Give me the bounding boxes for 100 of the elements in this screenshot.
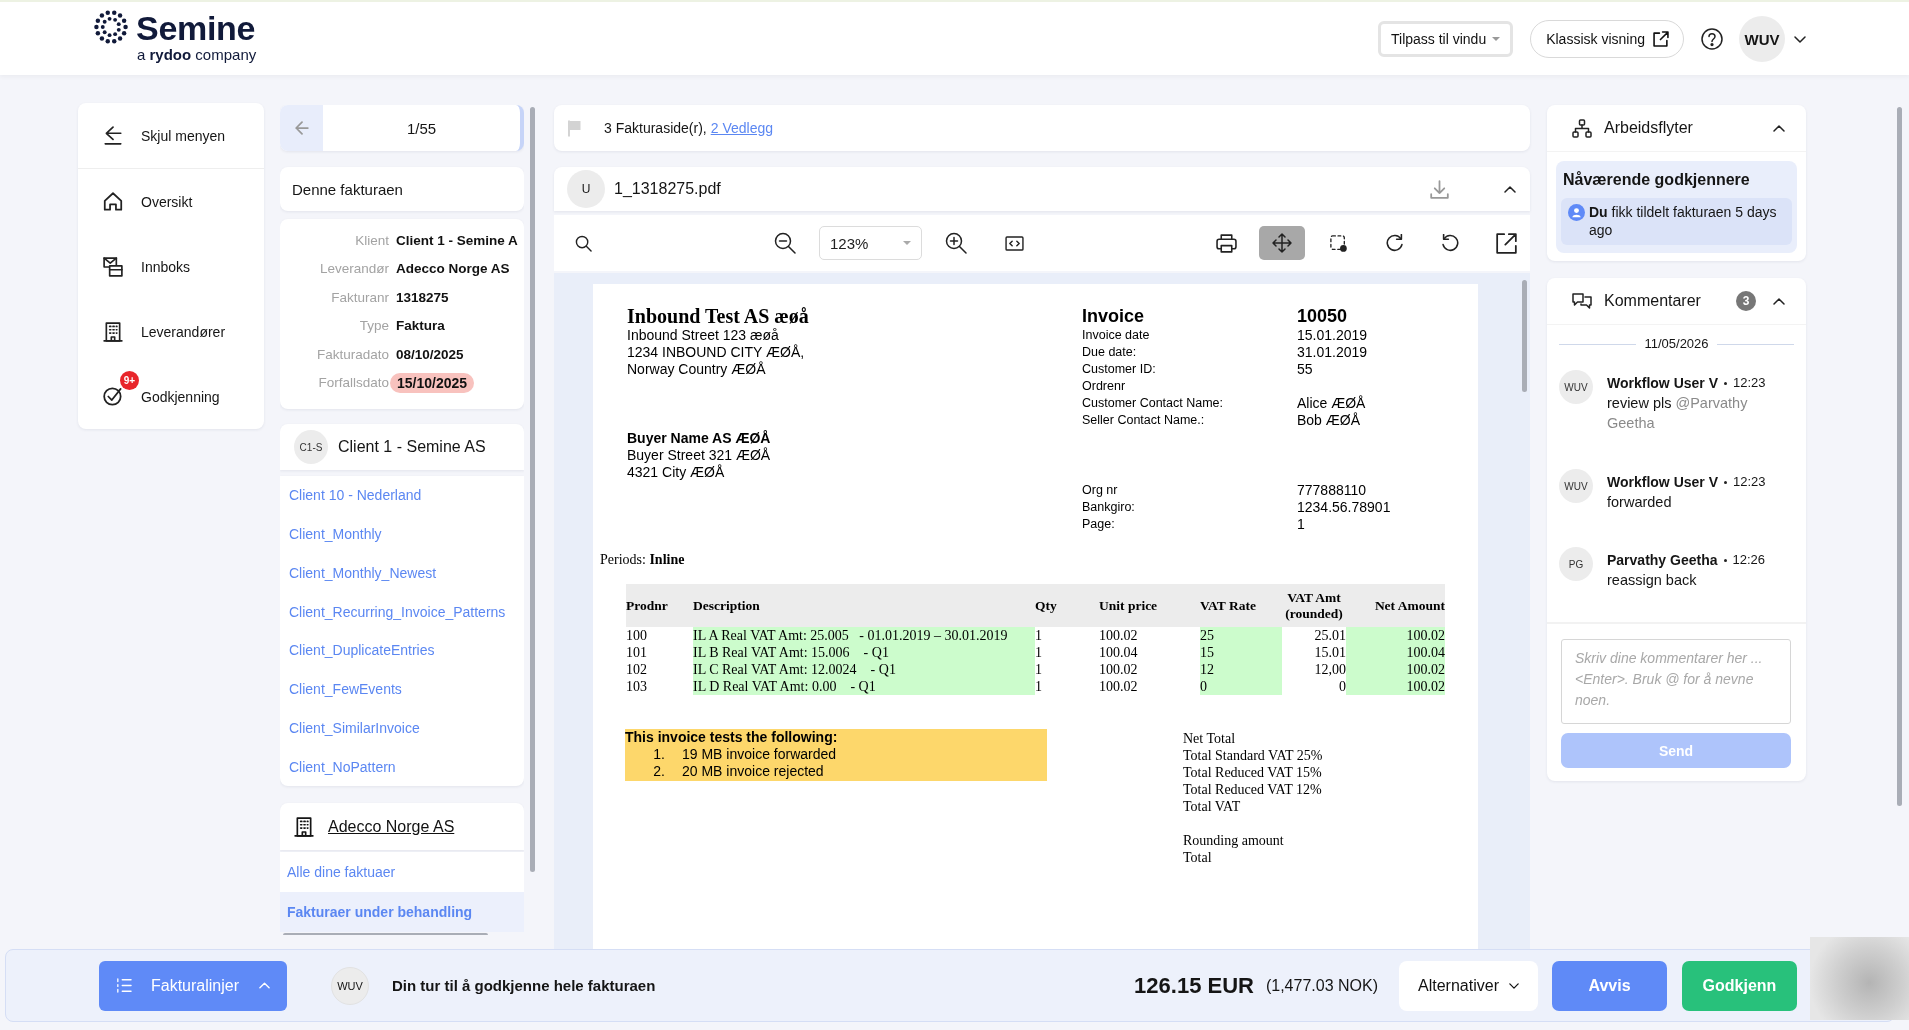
total-label: Total VAT — [1183, 798, 1242, 815]
table-cell: 100.02 — [1346, 627, 1445, 644]
options-button[interactable]: Alternativer — [1399, 960, 1538, 1011]
invoice-filter-item[interactable]: Fakturaer under behandling — [280, 892, 524, 932]
section-title: Denne fakturaen — [292, 180, 403, 198]
date-separator: 11/05/2026 — [1644, 336, 1709, 352]
comment-time: 12:23 — [1733, 374, 1766, 392]
approve-button[interactable]: Godkjenn — [1682, 960, 1797, 1011]
table-cell: 100.02 — [1346, 661, 1445, 678]
table-cell: IL D Real VAT Amt: 0.00 - Q1 — [693, 678, 1035, 695]
client-link[interactable]: Client_NoPattern — [280, 747, 524, 786]
nav-item[interactable]: Skjul menyen — [78, 103, 264, 168]
scrollbar-thumb[interactable] — [530, 107, 535, 872]
total-label: Total Standard VAT 25% — [1183, 747, 1323, 764]
column-header: VAT Amt (rounded) — [1285, 589, 1343, 621]
chevron-up-icon[interactable] — [1504, 185, 1516, 193]
client-link[interactable]: Client_SimilarInvoice — [280, 708, 524, 748]
address-line: 4321 City ÆØÅ — [627, 464, 726, 481]
detail-value: Alice ÆØÅ — [1297, 395, 1366, 412]
address-line: Buyer Street 321 ÆØÅ — [627, 447, 772, 464]
scrollbar-thumb[interactable] — [1522, 280, 1527, 392]
chevron-down-icon[interactable] — [1794, 35, 1806, 43]
field-label: Klient — [354, 232, 389, 248]
buyer-name: Buyer Name AS ÆØÅ — [627, 430, 772, 447]
reject-button[interactable]: Avvis — [1552, 960, 1667, 1011]
table-cell: 100.02 — [1099, 661, 1200, 678]
tool-button[interactable] — [1259, 226, 1305, 260]
column-header: Description — [693, 597, 760, 613]
client-link[interactable]: Client_Recurring_Invoice_Patterns — [280, 592, 524, 631]
zoom-select[interactable]: 123% — [819, 226, 922, 260]
person-icon — [1568, 204, 1585, 221]
chevron-up-icon[interactable] — [1773, 297, 1785, 305]
table-cell: IL B Real VAT Amt: 15.006 - Q1 — [693, 644, 1035, 661]
caret-icon — [903, 241, 911, 245]
approval-message: Din tur til å godkjenne hele fakturaen — [392, 977, 656, 994]
client-link[interactable]: Client_Monthly — [280, 514, 524, 554]
field-value: Faktura — [396, 318, 445, 334]
total-label: Net Total — [1183, 730, 1237, 747]
logo-dots-icon — [94, 10, 128, 44]
detail-value: 1 — [1297, 516, 1305, 533]
detail-label: Seller Contact Name.: — [1082, 412, 1206, 429]
nav-item[interactable]: 9+ Godkjenning — [78, 364, 264, 429]
table-cell: 100.02 — [1346, 678, 1445, 695]
nav-item[interactable]: Innboks — [78, 234, 264, 299]
zoom-out-icon[interactable] — [774, 232, 796, 254]
comment-author: Parvathy Geetha — [1607, 551, 1718, 570]
comment-input[interactable]: Skriv dine kommentarer her ... <Enter>. Bruk @ for å nevne noen. — [1561, 639, 1791, 724]
table-cell: 100.04 — [1346, 644, 1445, 661]
invoice-number: 10050 — [1297, 305, 1348, 327]
nav-item[interactable]: Leverandører — [78, 299, 264, 364]
table-cell: 12 — [1200, 661, 1282, 678]
field-label: Fakturanr — [330, 289, 389, 305]
client-avatar: C1-S — [294, 430, 328, 464]
pager-position: 1/55 — [405, 118, 438, 139]
classic-view-button[interactable]: Klassisk visning — [1530, 20, 1684, 58]
detail-label: Org nr — [1082, 482, 1119, 499]
comment-author: Workflow User V — [1607, 374, 1718, 393]
nav-item[interactable]: Oversikt — [78, 169, 264, 234]
table-cell: 0 — [1200, 678, 1282, 695]
list-icon — [116, 978, 132, 993]
client-link[interactable]: Client 10 - Nederland — [280, 476, 524, 515]
invoice-amount: 126.15 EUR — [1134, 972, 1254, 999]
periods-text: Periods: Inline — [600, 551, 686, 568]
dot-icon — [1724, 480, 1727, 484]
address-line: Inbound Street 123 æøå — [627, 327, 780, 344]
angle-brackets-icon[interactable] — [1005, 235, 1024, 251]
arrow-left-icon — [294, 121, 309, 135]
fit-select[interactable]: Tilpass til vindu — [1378, 21, 1514, 57]
table-cell: 1 — [1035, 627, 1099, 644]
logo-wordmark: Semine — [136, 10, 257, 46]
detail-value: 55 — [1297, 361, 1313, 378]
converted-amount: (1,477.03 NOK) — [1265, 976, 1378, 995]
attachments-link[interactable]: 2 Vedlegg — [710, 120, 773, 136]
invoice-filter-item[interactable]: Alle dine faktuaer — [280, 852, 524, 892]
invoice-lines-button[interactable]: Fakturalinjer — [99, 960, 287, 1011]
user-avatar: WUV — [1559, 370, 1593, 404]
detail-value: Bob ÆØÅ — [1297, 412, 1361, 429]
panel-title: Arbeidsflyter — [1604, 119, 1693, 137]
move-icon — [1272, 233, 1292, 253]
detail-value: 1234.56.78901 — [1297, 499, 1391, 516]
rotate-left-icon — [1441, 234, 1459, 252]
client-link[interactable]: Client_DuplicateEntries — [280, 631, 524, 670]
zoom-in-icon[interactable] — [945, 232, 967, 254]
client-link[interactable]: Client_Monthly_Newest — [280, 553, 524, 593]
search-icon[interactable] — [575, 234, 592, 252]
table-cell: IL C Real VAT Amt: 12.0024 - Q1 — [693, 661, 1035, 678]
total-label: Rounding amount — [1183, 832, 1285, 849]
printer-icon — [1215, 233, 1237, 253]
total-label: Total — [1183, 849, 1213, 866]
comment-count-badge: 3 — [1736, 291, 1756, 311]
caret-icon — [1492, 37, 1501, 41]
scrollbar-thumb[interactable] — [1897, 107, 1902, 806]
download-icon[interactable] — [1430, 179, 1449, 199]
help-icon[interactable] — [1701, 28, 1723, 50]
address-line: 1234 INBOUND CITY ÆØÅ, — [627, 344, 806, 361]
arrow-left-icon — [103, 126, 123, 145]
table-cell: IL A Real VAT Amt: 25.005 - 01.01.2019 – 30.01.2019 — [693, 627, 1035, 644]
client-link[interactable]: Client_FewEvents — [280, 669, 524, 709]
chevron-up-icon[interactable] — [1773, 124, 1785, 132]
user-avatar[interactable]: WUV — [1739, 16, 1785, 62]
